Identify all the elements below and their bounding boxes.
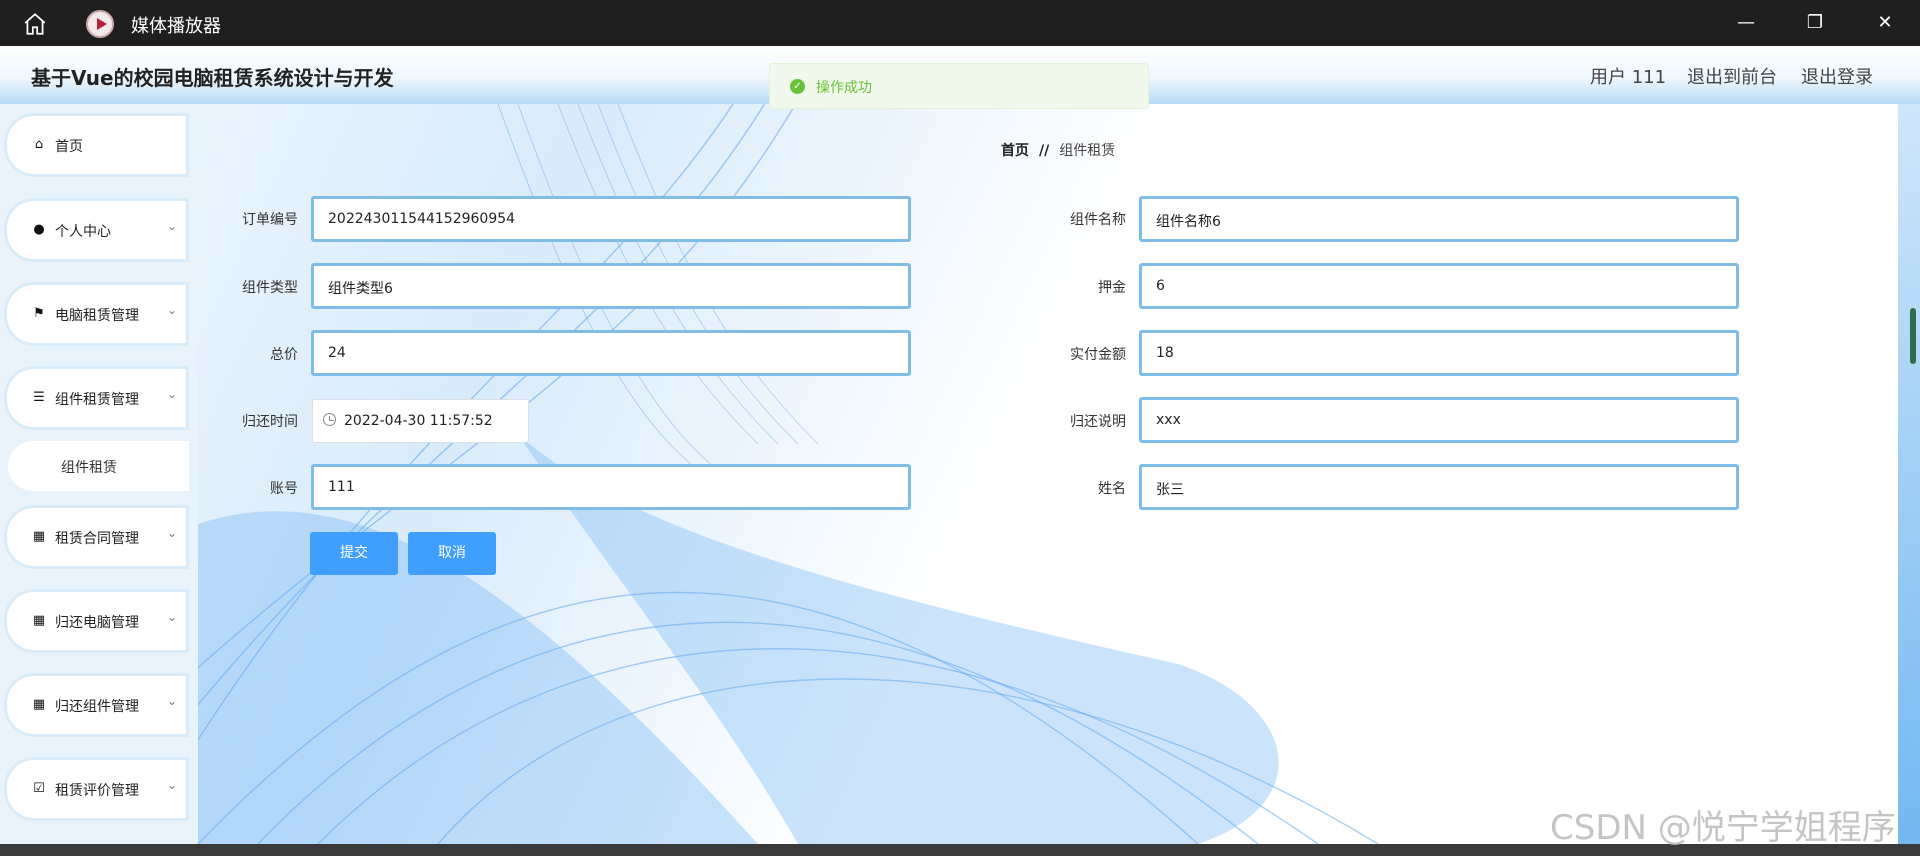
watermark-text: CSDN @悦宁学姐程序 [1550,808,1896,848]
exit-to-front-link[interactable]: 退出到前台 [1687,63,1777,89]
home-icon: ⌂ [34,137,44,152]
sidebar-item-home[interactable]: ⌂ 首页 [4,113,189,177]
app-title: 基于Vue的校园电脑租赁系统设计与开发 [31,66,394,90]
return-time-label: 归还时间 [242,414,298,430]
sidebar-item-label: 租赁评价管理 [55,783,139,799]
submit-button[interactable]: 提交 [310,532,398,575]
paid-amount-label: 实付金额 [1070,347,1126,363]
sidebar-subitem-label: 组件租赁 [61,460,117,476]
flag-icon: ⚑ [33,306,45,321]
return-time-value: 2022-04-30 11:57:52 [344,413,493,429]
user-label: 用户 111 [1590,67,1667,88]
chevron-down-icon: ⌄ [167,219,178,233]
home-icon[interactable] [22,11,48,37]
sidebar-item-label: 组件租赁管理 [55,392,139,408]
right-edge-panel [1898,104,1920,844]
sidebar-item-contract[interactable]: ▦ 租赁合同管理 ⌄ [4,505,189,569]
return-note-label: 归还说明 [1070,414,1126,430]
cancel-button[interactable]: 取消 [408,532,496,575]
sidebar-item-label: 租赁合同管理 [55,531,139,547]
breadcrumb-separator: // [1039,143,1050,159]
chevron-down-icon: ⌄ [167,610,178,624]
total-price-field[interactable]: 24 [311,330,911,376]
sidebar-item-review[interactable]: ☑ 租赁评价管理 ⌄ [4,757,189,821]
toast-text: 操作成功 [816,80,872,96]
order-no-field[interactable]: 202243011544152960954 [311,196,911,242]
deposit-value: 6 [1156,278,1165,294]
check-circle-icon: ✓ [790,79,805,94]
grid-icon: ▦ [32,529,46,544]
scrollbar-thumb[interactable] [1910,308,1916,364]
sidebar-item-label: 首页 [55,139,83,155]
name-label: 姓名 [1098,481,1126,497]
chevron-down-icon: ⌄ [167,778,178,792]
chevron-down-icon: ⌄ [167,694,178,708]
sidebar-item-label: 归还电脑管理 [55,615,139,631]
sidebar-item-label: 个人中心 [55,224,111,240]
component-type-value: 组件类型6 [328,281,393,297]
total-price-label: 总价 [270,347,298,363]
logout-link[interactable]: 退出登录 [1801,63,1873,89]
minimize-icon[interactable]: — [1731,8,1761,38]
return-note-field[interactable]: xxx [1139,397,1739,443]
clipboard-check-icon: ☑ [33,781,45,796]
sidebar-item-computer-rental[interactable]: ⚑ 电脑租赁管理 ⌄ [4,282,189,346]
sidebar-item-component-rental[interactable]: ☰ 组件租赁管理 ⌄ [4,366,189,430]
component-name-label: 组件名称 [1070,212,1126,228]
sidebar-subitem-component-rental[interactable]: 组件租赁 [8,441,189,491]
user-icon: ● [33,222,45,237]
component-type-field[interactable]: 组件类型6 [311,263,911,309]
order-no-label: 订单编号 [242,212,298,228]
deposit-label: 押金 [1098,280,1126,296]
name-field[interactable]: 张三 [1139,464,1739,510]
chevron-down-icon: ⌄ [167,303,178,317]
sidebar-item-label: 归还组件管理 [55,699,139,715]
total-price-value: 24 [328,345,346,361]
success-toast: ✓ 操作成功 [769,63,1149,109]
close-icon[interactable]: ✕ [1870,8,1900,38]
order-no-value: 202243011544152960954 [328,211,516,227]
account-value: 111 [328,479,355,495]
player-title-bar: 媒体播放器 — ❐ ✕ [0,0,1920,46]
sidebar-item-personal-center[interactable]: ● 个人中心 ⌄ [4,198,189,262]
paid-amount-field[interactable]: 18 [1139,330,1739,376]
chevron-down-icon: ⌄ [167,526,178,540]
window-title: 媒体播放器 [131,16,221,37]
breadcrumb: 首页 // 组件租赁 [1001,140,1115,160]
breadcrumb-home[interactable]: 首页 [1001,143,1029,159]
return-time-picker[interactable]: 2022-04-30 11:57:52 [312,399,529,443]
component-name-field[interactable]: 组件名称6 [1139,196,1739,242]
restore-icon[interactable]: ❐ [1800,8,1830,38]
list-icon: ☰ [33,390,45,405]
breadcrumb-current: 组件租赁 [1059,143,1116,159]
component-name-value: 组件名称6 [1156,214,1221,230]
clock-icon [323,413,336,426]
paid-amount-value: 18 [1156,345,1174,361]
sidebar-item-label: 电脑租赁管理 [55,308,139,324]
media-player-logo-icon [86,10,114,38]
grid-icon: ▦ [32,613,46,628]
sidebar-item-return-computer[interactable]: ▦ 归还电脑管理 ⌄ [4,589,189,653]
return-note-value: xxx [1156,412,1181,428]
clipboard-icon: ▦ [32,697,46,712]
sidebar-item-return-component[interactable]: ▦ 归还组件管理 ⌄ [4,673,189,737]
name-value: 张三 [1156,482,1184,498]
deposit-field[interactable]: 6 [1139,263,1739,309]
account-label: 账号 [270,481,298,497]
component-type-label: 组件类型 [242,280,298,296]
chevron-down-icon: ⌄ [167,387,178,401]
account-field[interactable]: 111 [311,464,911,510]
